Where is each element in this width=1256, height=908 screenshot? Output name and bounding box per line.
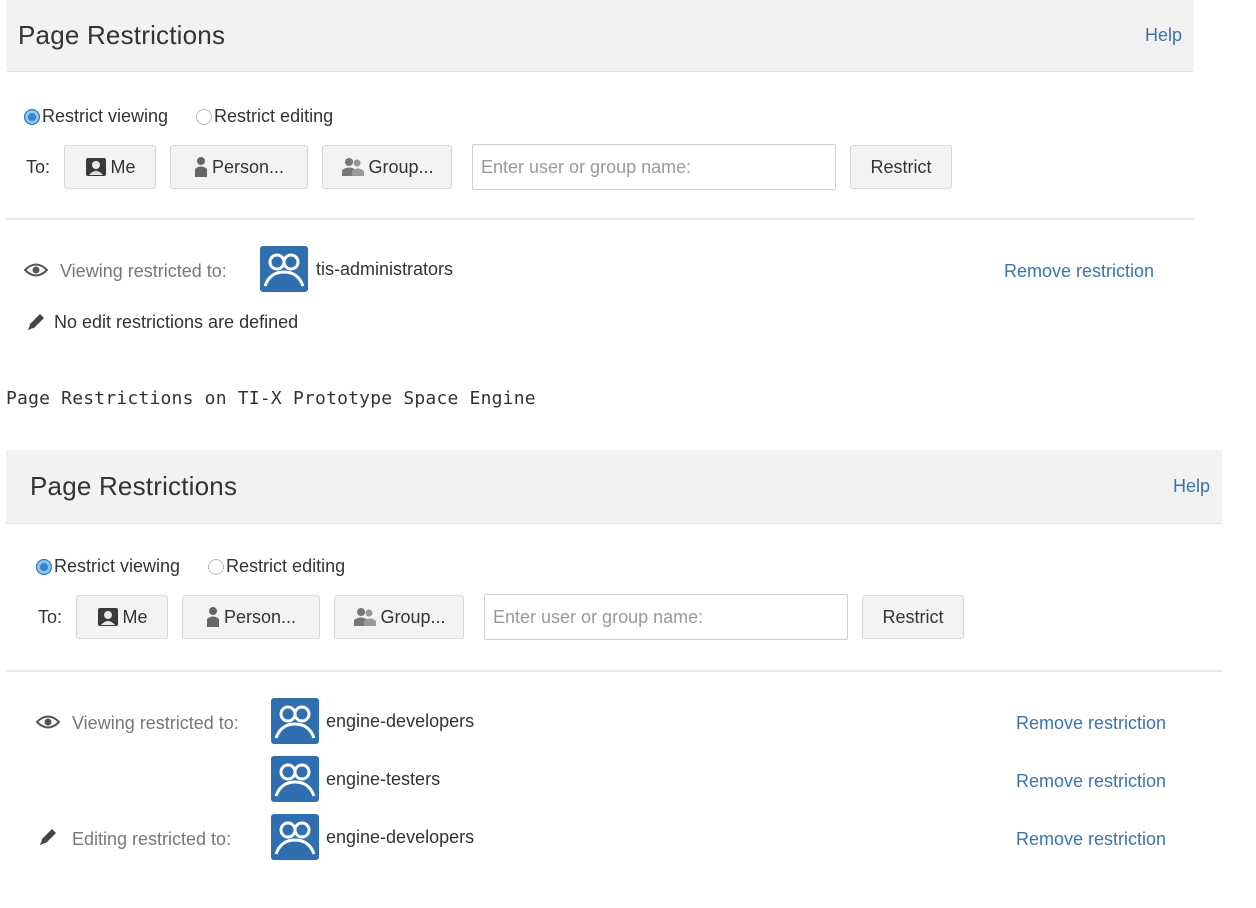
person-icon: [206, 607, 219, 627]
panel-header: Page Restrictions Help: [6, 450, 1222, 524]
restrict-viewing-radio[interactable]: Restrict viewing: [24, 106, 168, 127]
help-link[interactable]: Help: [1145, 25, 1182, 46]
viewing-restriction-row: engine-testers Remove restriction: [6, 756, 1222, 806]
viewing-restriction-row: Viewing restricted to: engine-developers…: [6, 698, 1222, 748]
group-name: engine-developers: [326, 827, 475, 847]
group-icon: [271, 756, 319, 802]
user-group-name-input[interactable]: [484, 594, 849, 640]
radio-unselected-indicator[interactable]: [208, 558, 225, 575]
edit-restriction-row: No edit restrictions are defined: [6, 300, 1194, 350]
group-button[interactable]: Group...: [334, 595, 465, 639]
no-edit-restrictions-text: No edit restrictions are defined: [54, 312, 299, 332]
viewing-restriction-row: Viewing restricted to: tis-administrator…: [6, 246, 1194, 296]
editing-restriction-row: Editing restricted to: engine-developers…: [6, 814, 1222, 864]
group-name: tis-administrators: [316, 259, 454, 279]
to-label: To:: [26, 156, 51, 177]
radio-selected-indicator[interactable]: [24, 108, 40, 125]
me-icon: [97, 608, 118, 626]
restriction-type-radios: Restrict viewing Restrict editing: [6, 524, 1222, 577]
pencil-icon: [40, 829, 56, 845]
restrict-button[interactable]: Restrict: [850, 145, 953, 189]
person-button-label: Person...: [223, 606, 297, 627]
restrict-editing-label: Restrict editing: [214, 106, 334, 126]
group-icon: [341, 158, 364, 176]
remove-restriction-link[interactable]: Remove restriction: [1016, 829, 1166, 850]
restrict-editing-label: Restrict editing: [226, 556, 346, 576]
panel-title: Page Restrictions: [18, 20, 226, 50]
restrict-viewing-label: Restrict viewing: [54, 556, 181, 576]
person-icon: [194, 157, 207, 177]
group-name: engine-testers: [326, 769, 441, 789]
eye-icon: [36, 715, 60, 729]
restrict-button[interactable]: Restrict: [862, 595, 965, 639]
page-restrictions-panel-2: Page Restrictions Help Restrict viewing …: [6, 450, 1222, 860]
restrict-viewing-radio[interactable]: Restrict viewing: [36, 556, 180, 577]
pencil-icon: [28, 314, 44, 330]
user-group-name-input[interactable]: [472, 144, 837, 190]
viewing-restricted-label: Viewing restricted to:: [72, 713, 239, 733]
panel-title: Page Restrictions: [30, 471, 238, 501]
divider: [6, 218, 1194, 220]
me-button-label: Me: [122, 606, 148, 627]
panel-header: Page Restrictions Help: [6, 0, 1194, 72]
radio-selected-indicator[interactable]: [36, 558, 52, 575]
viewing-restricted-label: Viewing restricted to:: [60, 261, 227, 281]
me-button[interactable]: Me: [76, 595, 169, 639]
me-button-label: Me: [110, 156, 136, 177]
page-restrictions-panel-1: Page Restrictions Help Restrict viewing …: [6, 0, 1194, 332]
restrict-to-row: To: Me Person... Group... Enter user or …: [6, 577, 1222, 640]
remove-restriction-link[interactable]: Remove restriction: [1004, 261, 1154, 282]
group-icon: [260, 246, 308, 292]
person-button[interactable]: Person...: [182, 595, 321, 639]
group-icon: [271, 698, 319, 744]
divider: [6, 670, 1222, 672]
to-label: To:: [38, 606, 63, 627]
restrict-editing-radio[interactable]: Restrict editing: [196, 106, 333, 127]
group-icon: [353, 608, 376, 626]
restrict-to-row: To: Me Person... Group... Enter user or …: [6, 127, 1194, 190]
group-button[interactable]: Group...: [322, 145, 453, 189]
restrict-viewing-label: Restrict viewing: [42, 106, 169, 126]
editing-restricted-label: Editing restricted to:: [72, 829, 232, 849]
restriction-type-radios: Restrict viewing Restrict editing: [6, 72, 1194, 127]
page-caption: Page Restrictions on TI-X Prototype Spac…: [6, 388, 536, 409]
help-link[interactable]: Help: [1173, 476, 1210, 497]
group-button-label: Group...: [380, 606, 446, 627]
eye-icon: [24, 263, 48, 277]
person-button-label: Person...: [211, 156, 285, 177]
group-icon: [271, 814, 319, 860]
group-name: engine-developers: [326, 711, 475, 731]
person-button[interactable]: Person...: [170, 145, 309, 189]
radio-unselected-indicator[interactable]: [196, 108, 213, 125]
me-button[interactable]: Me: [64, 145, 157, 189]
remove-restriction-link[interactable]: Remove restriction: [1016, 713, 1166, 734]
group-button-label: Group...: [368, 156, 434, 177]
remove-restriction-link[interactable]: Remove restriction: [1016, 771, 1166, 792]
restrict-editing-radio[interactable]: Restrict editing: [208, 556, 345, 577]
me-icon: [85, 158, 106, 176]
